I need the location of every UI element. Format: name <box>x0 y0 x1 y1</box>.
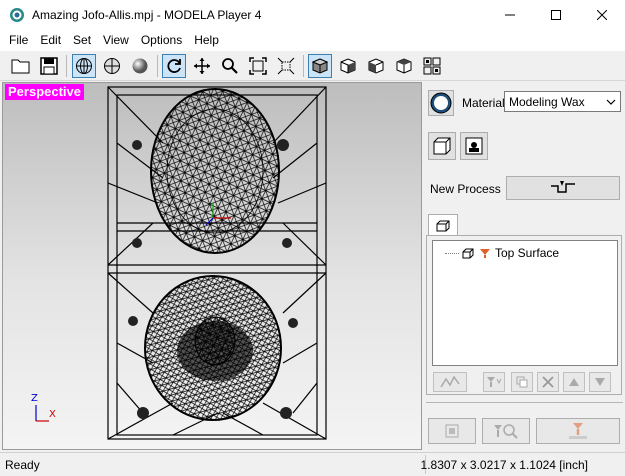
view-top-button[interactable] <box>392 54 416 78</box>
preview-magnifier-icon <box>494 424 518 439</box>
material-value: Modeling Wax <box>509 94 585 109</box>
status-text: Ready <box>5 458 40 472</box>
copy-process-button[interactable] <box>511 372 533 392</box>
axis-z-label: Z <box>31 393 38 404</box>
modela-app-icon <box>10 8 24 22</box>
cut-button[interactable] <box>536 418 620 444</box>
half-shaded-mode-button[interactable] <box>100 54 124 78</box>
cut-stop-button[interactable] <box>428 418 476 444</box>
zoom-button[interactable] <box>218 54 242 78</box>
close-icon <box>597 10 607 20</box>
workpiece-box-icon <box>433 137 451 155</box>
open-button[interactable] <box>9 54 33 78</box>
menu-view[interactable]: View <box>97 30 135 51</box>
app-window: Amazing Jofo-Allis.mpj - MODELA Player 4… <box>0 0 625 476</box>
compass-icon <box>430 92 452 114</box>
view-front-icon <box>340 58 356 74</box>
move-button[interactable] <box>190 54 214 78</box>
view-side-button[interactable] <box>364 54 388 78</box>
zoom-region-button[interactable] <box>274 54 298 78</box>
edit-process-button[interactable] <box>483 372 505 392</box>
multi-view-button[interactable] <box>420 54 444 78</box>
new-process-icon <box>551 181 575 193</box>
arrow-up-icon <box>569 378 579 386</box>
delete-process-button[interactable] <box>537 372 559 392</box>
menu-bar: File Edit Set View Options Help <box>0 30 625 51</box>
rotate-icon <box>167 59 181 73</box>
shaded-mode-button[interactable] <box>128 54 152 78</box>
save-button[interactable] <box>37 54 61 78</box>
rotate-button[interactable] <box>162 54 186 78</box>
wireframe-globe-icon <box>76 58 92 74</box>
menu-help[interactable]: Help <box>188 30 225 51</box>
axis-x-label: X <box>49 409 56 420</box>
shaded-sphere-icon <box>132 58 148 74</box>
title-bar: Amazing Jofo-Allis.mpj - MODELA Player 4 <box>0 0 625 30</box>
maximize-icon <box>551 10 561 20</box>
copy-icon <box>516 376 528 388</box>
delete-icon <box>542 376 554 388</box>
fit-view-button[interactable] <box>246 54 270 78</box>
cut-tool-icon <box>569 423 587 439</box>
toolpath-icon <box>440 376 460 388</box>
surface-tool-icon <box>480 249 490 258</box>
maximize-button[interactable] <box>533 0 579 30</box>
3d-viewport[interactable]: Perspective Z X <box>2 82 422 450</box>
workpiece-size-button[interactable] <box>428 132 456 160</box>
material-button[interactable] <box>428 90 454 116</box>
menu-options[interactable]: Options <box>135 30 188 51</box>
window-title: Amazing Jofo-Allis.mpj - MODELA Player 4 <box>32 8 262 22</box>
new-process-label: New Process <box>430 182 501 196</box>
menu-edit[interactable]: Edit <box>34 30 67 51</box>
multi-view-icon <box>423 57 441 75</box>
minimize-button[interactable] <box>487 0 533 30</box>
view-side-icon <box>368 58 384 74</box>
fit-view-icon <box>249 57 267 75</box>
preview-cut-button[interactable] <box>482 418 530 444</box>
tree-item-label: Top Surface <box>495 246 560 260</box>
new-process-button[interactable] <box>506 176 620 200</box>
status-bar: Ready 1.8307 x 3.0217 x 1.1024 [inch] <box>0 452 625 476</box>
tree-item-top-surface[interactable]: Top Surface <box>445 245 559 261</box>
view-front-button[interactable] <box>336 54 360 78</box>
tool-edit-icon <box>487 377 502 387</box>
menu-set[interactable]: Set <box>67 30 97 51</box>
wireframe-mode-button[interactable] <box>72 54 96 78</box>
material-label: Material <box>462 96 505 110</box>
path-preview-button[interactable] <box>433 372 467 392</box>
move-up-button[interactable] <box>563 372 585 392</box>
move-down-button[interactable] <box>589 372 611 392</box>
minimize-icon <box>505 14 515 16</box>
model-dimensions: 1.8307 x 3.0217 x 1.1024 [inch] <box>420 458 588 472</box>
close-button[interactable] <box>579 0 625 30</box>
menu-file[interactable]: File <box>3 30 34 51</box>
view-top-icon <box>396 58 412 74</box>
process-tree[interactable]: Top Surface <box>432 240 618 366</box>
move-icon <box>194 58 210 74</box>
model-position-button[interactable] <box>460 132 488 160</box>
model-depth-icon <box>465 137 483 155</box>
control-panel: Material Modeling Wax New Process Top Su… <box>424 82 625 450</box>
view-iso-button[interactable] <box>308 54 332 78</box>
chevron-down-icon <box>606 99 616 105</box>
zoom-region-icon <box>277 57 295 75</box>
material-select[interactable]: Modeling Wax <box>504 91 621 112</box>
wireframe-model: Z X <box>31 86 327 440</box>
view-mode-label: Perspective <box>5 84 84 100</box>
tab-process-tree[interactable] <box>428 214 458 236</box>
open-folder-icon <box>11 59 30 74</box>
half-globe-icon <box>104 58 120 74</box>
process-panel: Top Surface <box>426 235 622 395</box>
stop-icon <box>445 424 459 438</box>
workpiece-node-icon <box>462 248 474 258</box>
save-icon <box>40 57 58 75</box>
process-tab-icon <box>436 220 450 231</box>
zoom-icon <box>222 58 238 74</box>
toolbar <box>0 51 625 81</box>
view-iso-icon <box>311 58 329 74</box>
arrow-down-icon <box>595 378 605 386</box>
